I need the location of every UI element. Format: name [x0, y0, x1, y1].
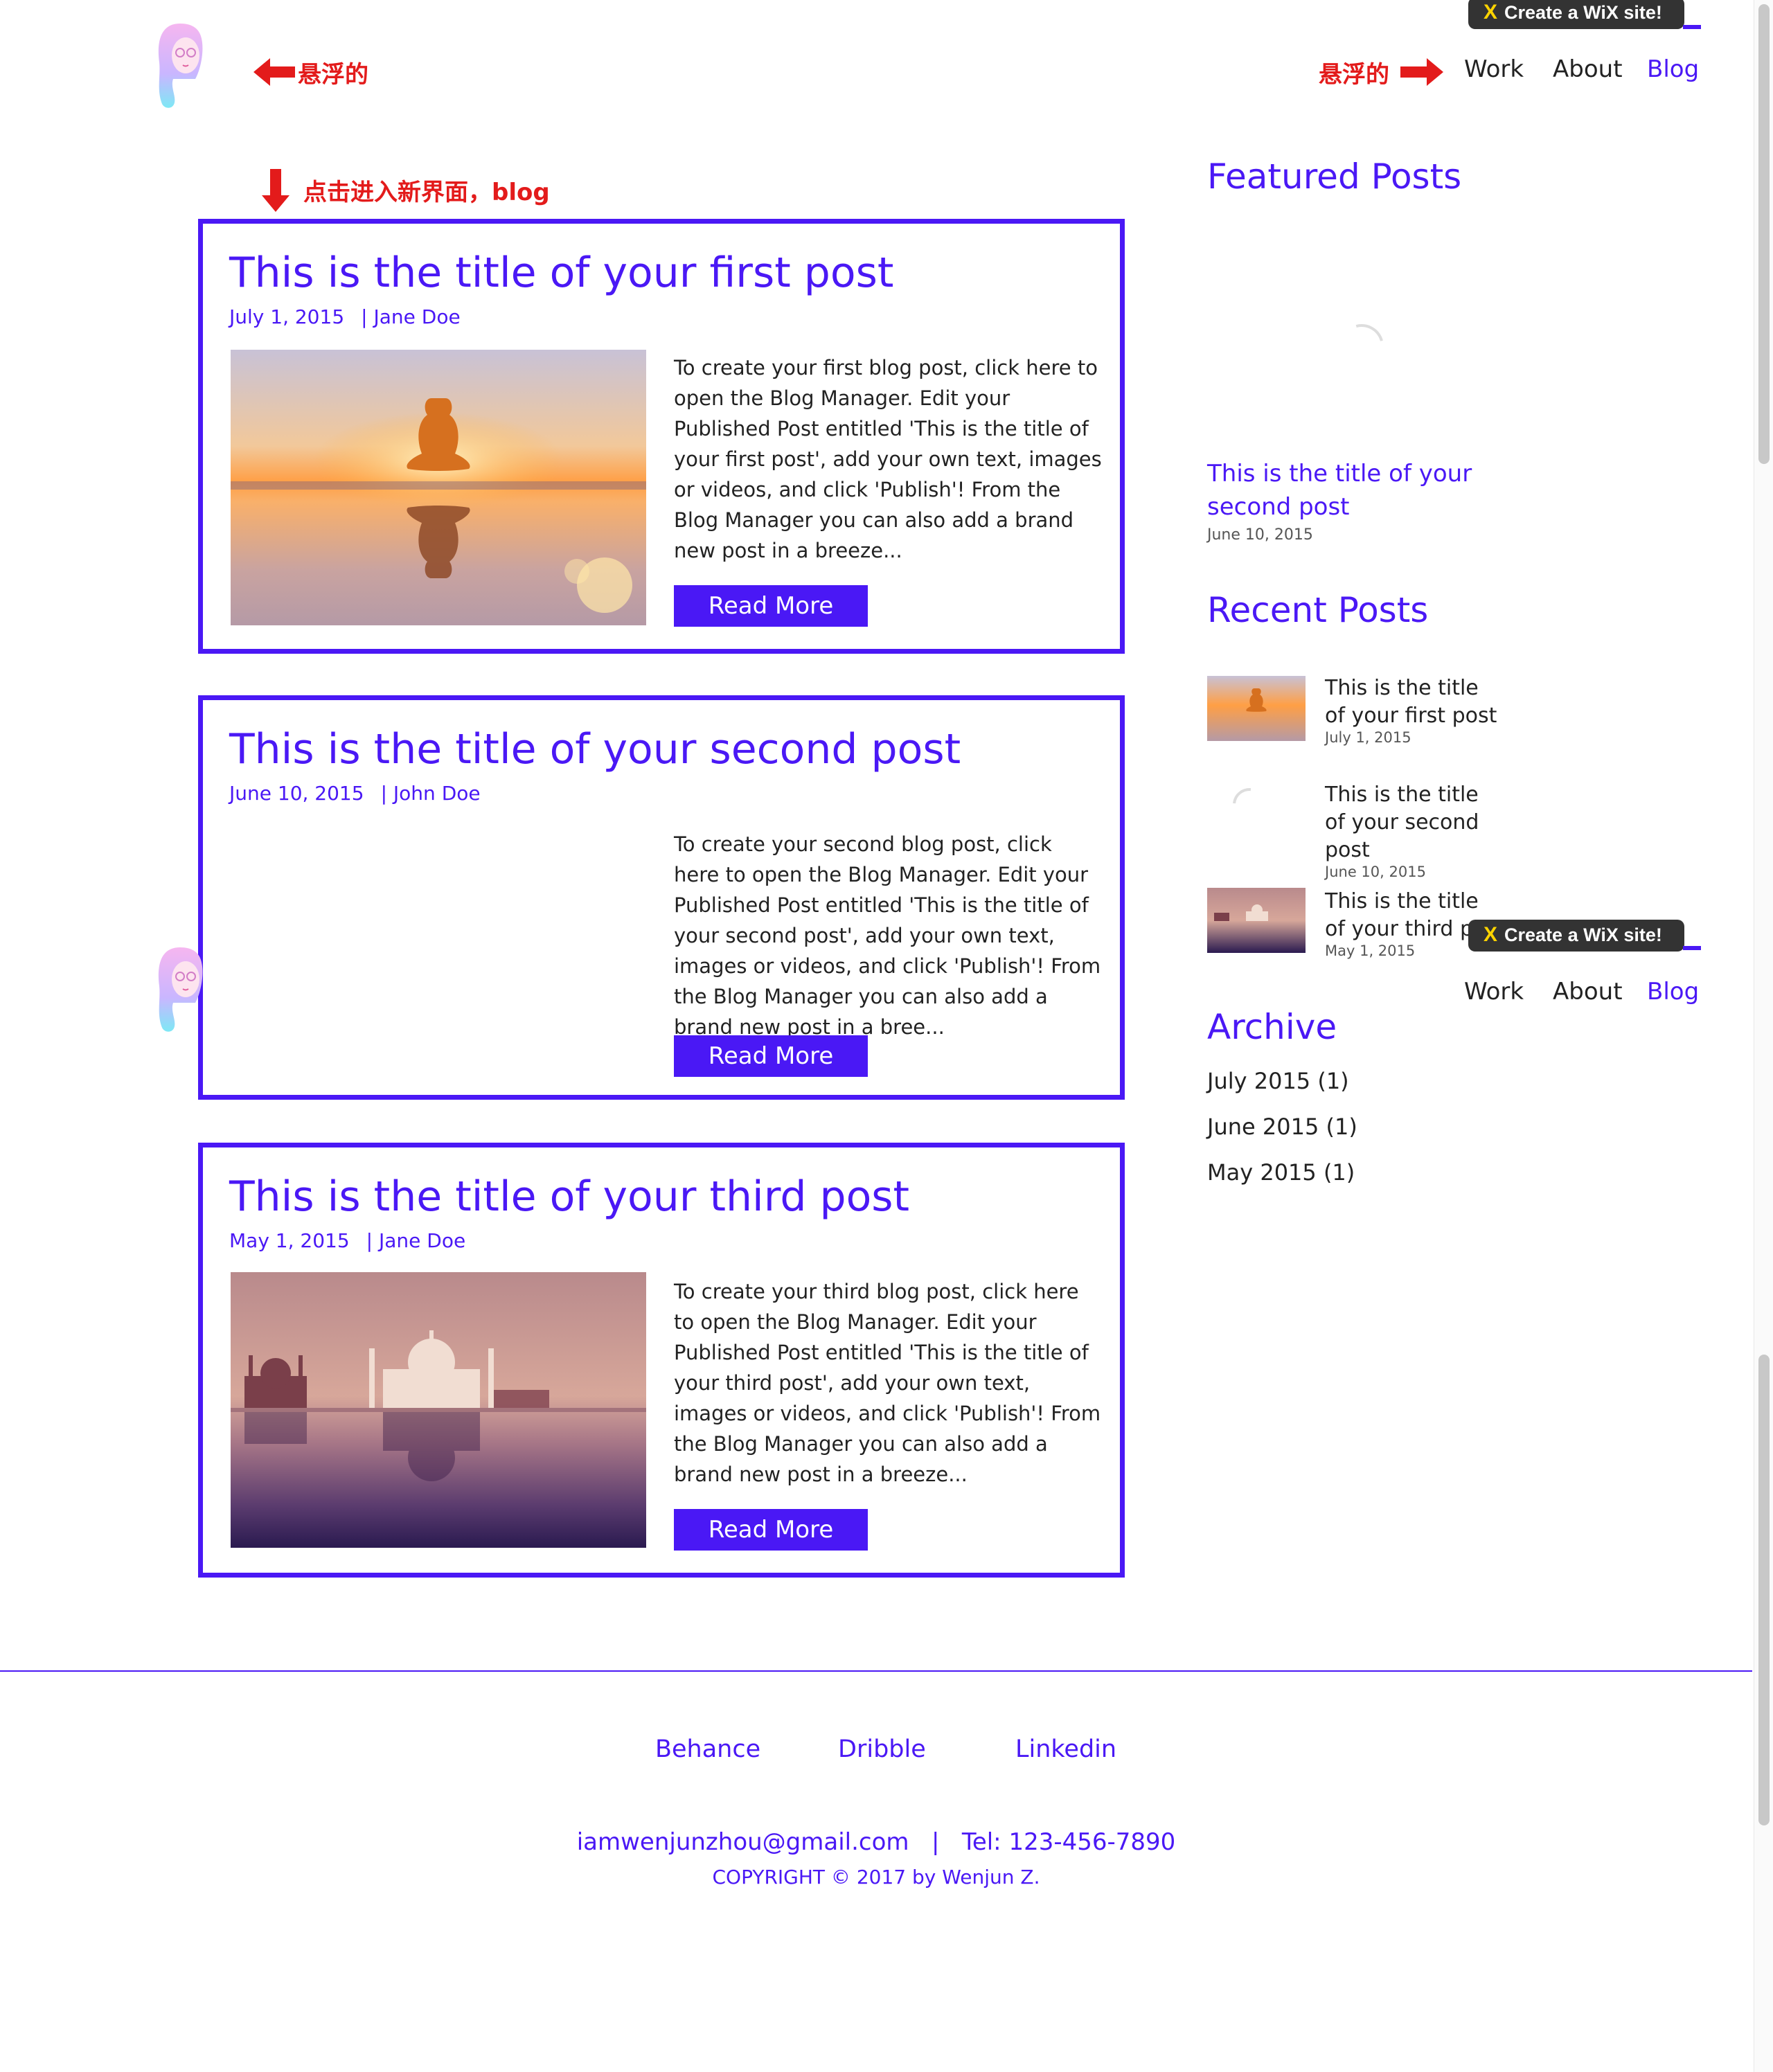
footer-divider [0, 1670, 1752, 1672]
annotation-hover-left: 悬浮的 [298, 61, 368, 89]
avatar-logo[interactable] [152, 21, 215, 111]
wix-banner-label: Create a WiX site! [1504, 2, 1662, 23]
recent-post-title[interactable]: This is the title of your first post [1325, 676, 1497, 728]
featured-post[interactable]: This is the title of your second post Ju… [1207, 457, 1540, 544]
wix-banner-underline [1683, 25, 1701, 29]
avatar-illustration-icon [158, 24, 203, 108]
meditation-sunset-thumb-icon [1207, 676, 1306, 741]
recent-post-item[interactable]: This is the title of your second post Ju… [1325, 781, 1505, 879]
annotation-click-blog: 点击进入新界面，blog [303, 179, 550, 206]
annotation-hover-right: 悬浮的 [1319, 61, 1389, 89]
scrollbar-thumb-bottom[interactable] [1758, 1355, 1770, 1825]
footer-link-dribble[interactable]: Dribble [838, 1735, 926, 1763]
post-author: | John Doe [380, 782, 481, 805]
avatar-floating[interactable] [152, 945, 215, 1035]
annotation-arrow-down-icon [262, 169, 289, 215]
nav-item-blog[interactable]: Blog [1647, 978, 1699, 1006]
recent-post-thumbnail[interactable] [1207, 676, 1306, 741]
nav-item-blog[interactable]: Blog [1647, 55, 1699, 83]
featured-post-date: June 10, 2015 [1207, 526, 1313, 544]
nav-item-work[interactable]: Work [1464, 978, 1524, 1006]
recent-posts-heading: Recent Posts [1207, 590, 1429, 630]
post-meta: May 1, 2015 | Jane Doe [229, 1229, 465, 1252]
recent-post-title[interactable]: This is the title of your second post [1325, 783, 1479, 862]
post-card-second[interactable]: This is the title of your second post Ju… [198, 695, 1125, 1100]
post-excerpt: To create your first blog post, click he… [674, 356, 1102, 562]
featured-posts-heading: Featured Posts [1207, 157, 1462, 197]
post-excerpt: To create your third blog post, click he… [674, 1280, 1101, 1486]
wix-banner-floating[interactable]: X Create a WiX site! [1468, 920, 1684, 952]
post-author: | Jane Doe [361, 305, 461, 328]
post-date: July 1, 2015 [229, 305, 345, 328]
avatar-illustration-icon [158, 947, 203, 1032]
recent-post-date: June 10, 2015 [1325, 864, 1426, 880]
scrollbar-track[interactable] [1754, 0, 1773, 2072]
post-date: May 1, 2015 [229, 1229, 350, 1252]
archive-item[interactable]: June 2015 (1) [1207, 1114, 1357, 1140]
nav-item-about[interactable]: About [1553, 55, 1623, 83]
archive-item[interactable]: May 2015 (1) [1207, 1159, 1355, 1186]
read-more-button[interactable]: Read More [674, 1509, 868, 1551]
nav-item-about[interactable]: About [1553, 978, 1623, 1006]
loading-spinner-icon [1226, 781, 1273, 828]
wix-banner-label: Create a WiX site! [1504, 925, 1662, 945]
scrollbar-thumb-top[interactable] [1758, 4, 1770, 464]
footer-copyright: COPYRIGHT © 2017 by Wenjun Z. [712, 1866, 1040, 1888]
archive-item[interactable]: July 2015 (1) [1207, 1068, 1349, 1094]
read-more-button[interactable]: Read More [674, 585, 868, 627]
post-meta: June 10, 2015 | John Doe [229, 782, 481, 805]
post-title[interactable]: This is the title of your third post [229, 1172, 909, 1221]
recent-post-date: July 1, 2015 [1325, 729, 1411, 746]
nav-item-work[interactable]: Work [1464, 55, 1524, 83]
footer-link-behance[interactable]: Behance [655, 1735, 760, 1763]
read-more-button[interactable]: Read More [674, 1035, 868, 1077]
post-title[interactable]: This is the title of your first post [229, 249, 893, 297]
post-title[interactable]: This is the title of your second post [229, 725, 961, 774]
post-author: | Jane Doe [366, 1229, 466, 1252]
recent-post-item[interactable]: This is the title of your first post Jul… [1325, 675, 1505, 745]
archive-heading: Archive [1207, 1007, 1337, 1047]
taj-mahal-icon [231, 1272, 646, 1548]
annotation-arrow-left-icon [253, 58, 295, 89]
post-image-meditation[interactable] [231, 350, 646, 625]
footer-link-linkedin[interactable]: Linkedin [1015, 1735, 1116, 1763]
meditation-sunset-icon [231, 350, 646, 625]
post-excerpt: To create your second blog post, click h… [674, 832, 1101, 1039]
wix-logo-icon: X [1484, 923, 1498, 946]
wix-banner-top[interactable]: X Create a WiX site! [1468, 0, 1684, 29]
annotation-arrow-right-icon [1400, 58, 1443, 89]
footer-contact[interactable]: iamwenjunzhou@gmail.com | Tel: 123-456-7… [0, 1828, 1752, 1856]
recent-post-thumbnail[interactable] [1207, 888, 1306, 953]
post-card-first[interactable]: This is the title of your first post Jul… [198, 219, 1125, 654]
featured-post-title[interactable]: This is the title of your second post [1207, 457, 1540, 524]
post-date: June 10, 2015 [229, 782, 364, 805]
post-meta: July 1, 2015 | Jane Doe [229, 305, 461, 328]
taj-mahal-thumb-icon [1207, 888, 1306, 953]
wix-logo-icon: X [1484, 1, 1498, 24]
post-image-taj-mahal[interactable] [231, 1272, 646, 1548]
loading-spinner-icon [1331, 316, 1392, 377]
post-card-third[interactable]: This is the title of your third post May… [198, 1143, 1125, 1578]
wix-banner-underline [1683, 946, 1701, 950]
